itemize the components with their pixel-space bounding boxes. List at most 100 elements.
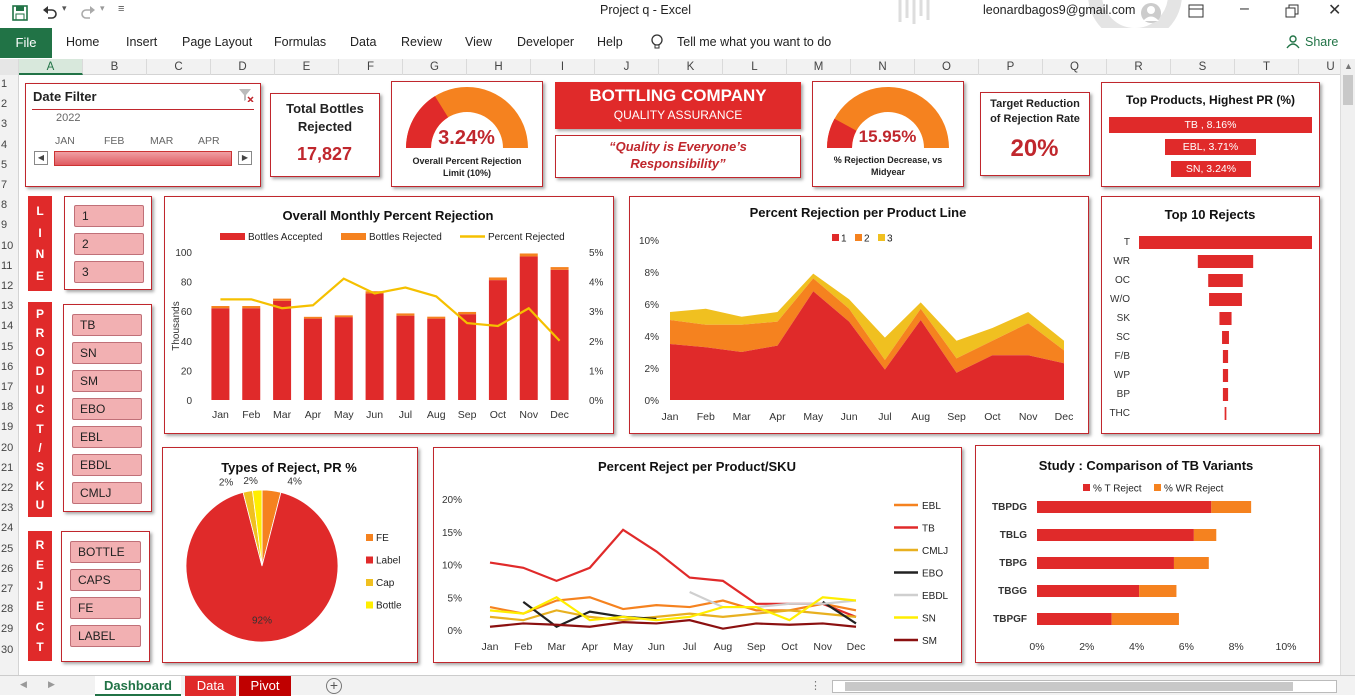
row-header-7[interactable]: 7	[0, 179, 19, 191]
column-header-h[interactable]: H	[467, 59, 531, 75]
tab-scroll-left-icon[interactable]: ◀	[20, 679, 27, 690]
row-header-24[interactable]: 24	[0, 522, 19, 534]
tab-formulas[interactable]: Formulas	[274, 35, 326, 49]
undo-dropdown-icon[interactable]: ▾	[62, 3, 67, 14]
column-header-c[interactable]: C	[147, 59, 211, 75]
row-header-29[interactable]: 29	[0, 623, 19, 635]
row-header-26[interactable]: 26	[0, 563, 19, 575]
slicer-reject-bottle[interactable]: BOTTLE	[70, 541, 141, 563]
redo-icon[interactable]	[80, 5, 96, 19]
row-header-2[interactable]: 2	[0, 98, 19, 110]
column-header-o[interactable]: O	[915, 59, 979, 75]
column-header-n[interactable]: N	[851, 59, 915, 75]
column-header-j[interactable]: J	[595, 59, 659, 75]
row-header-16[interactable]: 16	[0, 361, 19, 373]
row-header-5[interactable]: 5	[0, 159, 19, 171]
customize-toolbar-icon[interactable]: ≡	[118, 3, 124, 15]
row-header-19[interactable]: 19	[0, 421, 19, 433]
tab-split-handle-icon[interactable]: ⋮	[810, 679, 821, 692]
slicer-product-ebdl[interactable]: EBDL	[72, 454, 142, 476]
slicer-product-ebl[interactable]: EBL	[72, 426, 142, 448]
tab-developer[interactable]: Developer	[517, 35, 574, 49]
undo-icon[interactable]	[42, 5, 58, 19]
column-header-p[interactable]: P	[979, 59, 1043, 75]
select-all-corner[interactable]	[0, 59, 19, 75]
timeline-bar[interactable]	[54, 151, 232, 166]
tab-insert[interactable]: Insert	[126, 35, 157, 49]
month-jan[interactable]: JAN	[55, 135, 75, 147]
tab-help[interactable]: Help	[597, 35, 623, 49]
restore-icon[interactable]	[1285, 4, 1299, 18]
sheet-tab-pivot[interactable]: Pivot	[239, 676, 291, 696]
horizontal-scrollbar-thumb[interactable]	[845, 682, 1293, 691]
slicer-product-tb[interactable]: TB	[72, 314, 142, 336]
tell-me-search[interactable]: Tell me what you want to do	[677, 35, 831, 49]
share-button[interactable]: Share	[1305, 35, 1338, 49]
slicer-product-ebo[interactable]: EBO	[72, 398, 142, 420]
column-header-l[interactable]: L	[723, 59, 787, 75]
slicer-product-sm[interactable]: SM	[72, 370, 142, 392]
vertical-scrollbar[interactable]: ▲	[1340, 59, 1355, 675]
column-header-g[interactable]: G	[403, 59, 467, 75]
slicer-line-1[interactable]: 1	[74, 205, 144, 227]
row-header-17[interactable]: 17	[0, 381, 19, 393]
row-header-9[interactable]: 9	[0, 219, 19, 231]
column-header-k[interactable]: K	[659, 59, 723, 75]
slicer-line-3[interactable]: 3	[74, 261, 144, 283]
column-header-d[interactable]: D	[211, 59, 275, 75]
column-header-r[interactable]: R	[1107, 59, 1171, 75]
add-sheet-icon[interactable]: +	[326, 678, 342, 694]
minimize-icon[interactable]: –	[1240, 0, 1249, 18]
avatar-icon[interactable]	[1140, 2, 1162, 24]
timeline-scroll-right[interactable]: ▶	[238, 151, 252, 165]
horizontal-scrollbar[interactable]	[832, 680, 1337, 693]
tab-view[interactable]: View	[465, 35, 492, 49]
row-header-1[interactable]: 1	[0, 78, 19, 90]
sheet-tab-dashboard[interactable]: Dashboard	[95, 676, 181, 696]
slicer-reject-caps[interactable]: CAPS	[70, 569, 141, 591]
row-header-27[interactable]: 27	[0, 583, 19, 595]
slicer-reject-label[interactable]: LABEL	[70, 625, 141, 647]
slicer-product-cmlj[interactable]: CMLJ	[72, 482, 142, 504]
row-header-23[interactable]: 23	[0, 502, 19, 514]
column-header-q[interactable]: Q	[1043, 59, 1107, 75]
column-header-t[interactable]: T	[1235, 59, 1299, 75]
row-header-30[interactable]: 30	[0, 644, 19, 656]
redo-dropdown-icon[interactable]: ▾	[100, 3, 105, 14]
row-header-21[interactable]: 21	[0, 462, 19, 474]
clear-filter-icon[interactable]	[238, 88, 254, 102]
column-header-s[interactable]: S	[1171, 59, 1235, 75]
ribbon-display-icon[interactable]	[1188, 4, 1204, 18]
row-header-3[interactable]: 3	[0, 118, 19, 130]
month-feb[interactable]: FEB	[104, 135, 124, 147]
close-icon[interactable]: ✕	[1328, 0, 1341, 20]
row-header-12[interactable]: 12	[0, 280, 19, 292]
column-header-m[interactable]: M	[787, 59, 851, 75]
row-header-14[interactable]: 14	[0, 320, 19, 332]
user-email[interactable]: leonardbagos9@gmail.com	[983, 3, 1135, 17]
tab-scroll-right-icon[interactable]: ▶	[48, 679, 55, 690]
column-header-b[interactable]: B	[83, 59, 147, 75]
row-header-4[interactable]: 4	[0, 139, 19, 151]
tab-page-layout[interactable]: Page Layout	[182, 35, 252, 49]
save-icon[interactable]	[12, 5, 28, 21]
tab-home[interactable]: Home	[66, 35, 99, 49]
slicer-product-sn[interactable]: SN	[72, 342, 142, 364]
row-header-28[interactable]: 28	[0, 603, 19, 615]
slicer-line-2[interactable]: 2	[74, 233, 144, 255]
row-header-10[interactable]: 10	[0, 240, 19, 252]
month-apr[interactable]: APR	[198, 135, 220, 147]
timeline-scroll-left[interactable]: ◀	[34, 151, 48, 165]
row-header-13[interactable]: 13	[0, 300, 19, 312]
slicer-reject-fe[interactable]: FE	[70, 597, 141, 619]
tab-data[interactable]: Data	[350, 35, 376, 49]
row-header-18[interactable]: 18	[0, 401, 19, 413]
tab-review[interactable]: Review	[401, 35, 442, 49]
column-header-f[interactable]: F	[339, 59, 403, 75]
row-header-20[interactable]: 20	[0, 442, 19, 454]
row-header-25[interactable]: 25	[0, 543, 19, 555]
vertical-scrollbar-thumb[interactable]	[1343, 75, 1353, 105]
row-header-11[interactable]: 11	[0, 260, 19, 272]
month-mar[interactable]: MAR	[150, 135, 173, 147]
row-header-15[interactable]: 15	[0, 341, 19, 353]
